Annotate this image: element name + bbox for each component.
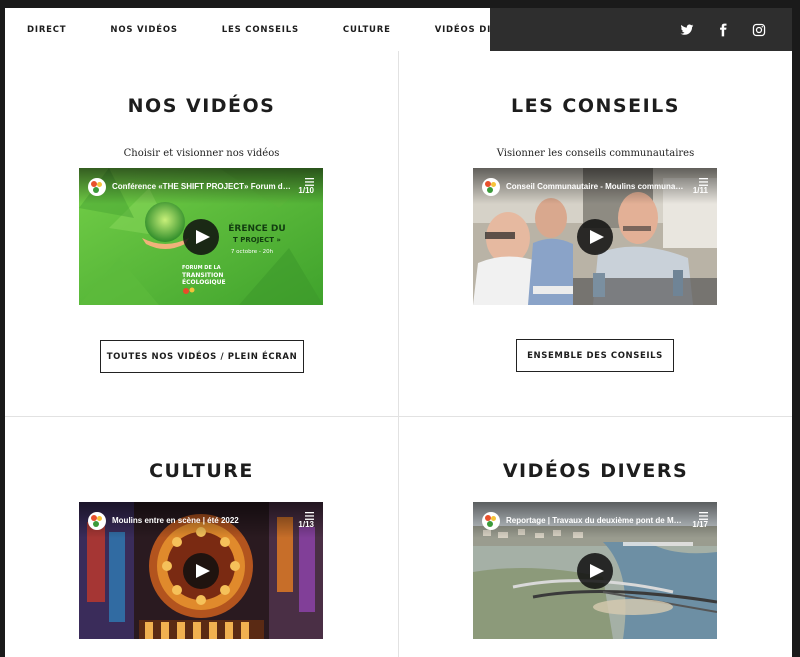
playlist-indicator[interactable]: 1/17 xyxy=(692,512,708,529)
nav-nos-videos[interactable]: NOS VIDÉOS xyxy=(110,25,177,35)
play-button-icon[interactable] xyxy=(183,218,219,255)
social-bar xyxy=(490,8,792,51)
video-title[interactable]: Moulins entre en scène | été 2022 xyxy=(112,516,292,525)
play-button-icon[interactable] xyxy=(577,218,613,255)
video-player-culture[interactable]: Moulins entre en scène | été 2022 1/13 xyxy=(79,502,323,639)
playlist-indicator[interactable]: 1/10 xyxy=(298,178,314,195)
playlist-icon xyxy=(305,178,314,186)
playlist-icon xyxy=(305,512,314,520)
nav-les-conseils[interactable]: LES CONSEILS xyxy=(222,25,299,35)
channel-logo-icon[interactable] xyxy=(482,178,500,196)
play-button-icon[interactable] xyxy=(183,552,219,589)
section-title: NOS VIDÉOS xyxy=(127,95,276,117)
all-councils-button[interactable]: ENSEMBLE DES CONSEILS xyxy=(516,339,674,372)
facebook-icon[interactable] xyxy=(716,23,730,37)
column-divider xyxy=(398,51,399,657)
playlist-icon xyxy=(699,512,708,520)
section-subtitle: Visionner les conseils communautaires xyxy=(496,148,695,159)
playlist-count: 1/17 xyxy=(692,520,708,529)
page-frame: DIRECT NOS VIDÉOS LES CONSEILS CULTURE V… xyxy=(5,8,792,657)
section-title: CULTURE xyxy=(149,460,254,482)
all-videos-button[interactable]: TOUTES NOS VIDÉOS / PLEIN ÉCRAN xyxy=(100,340,304,373)
section-title: VIDÉOS DIVERS xyxy=(502,460,689,482)
video-player-divers[interactable]: Reportage | Travaux du deuxième pont de … xyxy=(473,502,717,639)
section-subtitle: Choisir et visionner nos vidéos xyxy=(123,148,280,159)
playlist-icon xyxy=(699,178,708,186)
row-divider xyxy=(5,416,792,417)
thumb-line2: T PROJECT » xyxy=(233,236,281,244)
channel-logo-icon[interactable] xyxy=(88,178,106,196)
thumb-line3: 7 octobre - 20h xyxy=(231,249,274,255)
thumb-forum1: FORUM DE LA xyxy=(182,265,221,271)
main-navbar: DIRECT NOS VIDÉOS LES CONSEILS CULTURE V… xyxy=(5,8,792,51)
nav-direct[interactable]: DIRECT xyxy=(27,25,66,35)
thumb-forum3: ÉCOLOGIQUE xyxy=(182,278,226,286)
playlist-count: 1/13 xyxy=(298,520,314,529)
video-player-nos-videos[interactable]: ÉRENCE DU T PROJECT » 7 octobre - 20h FO… xyxy=(79,168,323,305)
section-title: LES CONSEILS xyxy=(511,95,680,117)
play-button-icon[interactable] xyxy=(577,552,613,589)
video-title[interactable]: Conférence «THE SHIFT PROJECT» Forum de … xyxy=(112,182,292,191)
twitter-icon[interactable] xyxy=(680,23,694,37)
nav-culture[interactable]: CULTURE xyxy=(343,25,391,35)
channel-logo-icon[interactable] xyxy=(88,512,106,530)
playlist-count: 1/11 xyxy=(692,186,708,195)
playlist-count: 1/10 xyxy=(298,186,314,195)
thumb-line1: ÉRENCE DU xyxy=(228,222,285,234)
instagram-icon[interactable] xyxy=(752,23,766,37)
playlist-indicator[interactable]: 1/13 xyxy=(298,512,314,529)
video-player-conseils[interactable]: Conseil Communautaire - Moulins communau… xyxy=(473,168,717,305)
channel-logo-icon[interactable] xyxy=(482,512,500,530)
playlist-indicator[interactable]: 1/11 xyxy=(693,178,708,195)
video-title[interactable]: Reportage | Travaux du deuxième pont de … xyxy=(506,516,686,525)
video-title[interactable]: Conseil Communautaire - Moulins communau… xyxy=(506,182,686,191)
thumb-forum2: TRANSITION xyxy=(182,272,223,279)
nav-menu: DIRECT NOS VIDÉOS LES CONSEILS CULTURE V… xyxy=(5,8,519,51)
